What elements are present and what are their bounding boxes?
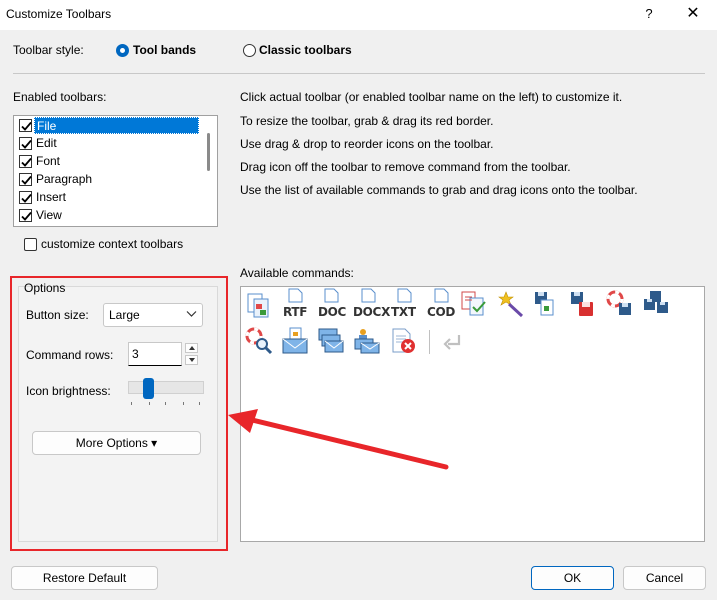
customize-context-label[interactable]: customize context toolbars	[41, 237, 183, 251]
txt-label: TXT	[391, 305, 416, 319]
restore-default-button[interactable]: Restore Default	[11, 566, 158, 590]
list-item-insert[interactable]: Insert	[17, 189, 201, 207]
save-lifebuoy-icon[interactable]	[606, 290, 634, 318]
save-copy-icon[interactable]	[533, 290, 561, 318]
enabled-toolbars-list[interactable]: File Edit Font Paragraph Insert View	[13, 115, 218, 227]
help-button[interactable]: ?	[637, 4, 661, 24]
command-separator	[429, 330, 430, 354]
available-commands-label: Available commands:	[240, 266, 354, 280]
document-delete-icon[interactable]	[389, 327, 417, 355]
instruction-line: To resize the toolbar, grab & drag its r…	[240, 114, 494, 128]
radio-tool-bands[interactable]	[116, 44, 129, 57]
rtf-label: RTF	[283, 305, 308, 319]
list-item-label: Paragraph	[36, 172, 93, 186]
copy-pages-icon[interactable]	[245, 291, 273, 319]
checkbox-insert[interactable]	[19, 191, 32, 204]
magic-wand-icon[interactable]	[497, 290, 525, 318]
ok-button[interactable]: OK	[531, 566, 614, 590]
doc-label: DOC	[318, 305, 347, 319]
checkbox-paragraph[interactable]	[19, 173, 32, 186]
annotation-highlight-box	[10, 276, 228, 551]
checkbox-file[interactable]	[19, 119, 32, 132]
list-item-font[interactable]: Font	[17, 153, 201, 171]
lifebuoy-search-icon[interactable]	[245, 327, 273, 355]
save-red-icon[interactable]	[569, 290, 597, 318]
mail-merge-icon[interactable]	[353, 327, 381, 355]
mail-document-icon[interactable]	[281, 327, 309, 355]
divider	[13, 73, 705, 74]
list-item-label: Insert	[36, 190, 67, 204]
customize-context-checkbox[interactable]	[24, 238, 37, 251]
list-item-view[interactable]: View	[17, 207, 201, 225]
list-item-paragraph[interactable]: Paragraph	[17, 171, 201, 189]
list-item-edit[interactable]: Edit	[17, 135, 201, 153]
list-scrollbar-thumb[interactable]	[207, 133, 210, 171]
instruction-line: Use the list of available commands to gr…	[240, 183, 638, 197]
radio-classic-toolbars[interactable]	[243, 44, 256, 57]
cancel-button[interactable]: Cancel	[623, 566, 706, 590]
instruction-line: Click actual toolbar (or enabled toolbar…	[240, 90, 623, 104]
radio-classic-toolbars-label[interactable]: Classic toolbars	[259, 43, 352, 57]
checkbox-edit[interactable]	[19, 137, 32, 150]
checkbox-view[interactable]	[19, 209, 32, 222]
save-all-icon[interactable]	[642, 290, 670, 318]
instruction-line: Use drag & drop to reorder icons on the …	[240, 137, 494, 151]
window-title: Customize Toolbars	[6, 7, 112, 21]
close-button[interactable]: ✕	[680, 4, 706, 24]
checkbox-font[interactable]	[19, 155, 32, 168]
toolbar-style-label: Toolbar style:	[13, 43, 84, 57]
return-arrow-icon[interactable]	[439, 329, 467, 357]
instruction-line: Drag icon off the toolbar to remove comm…	[240, 160, 571, 174]
list-item-label: Edit	[36, 136, 57, 150]
mail-stack-icon[interactable]	[317, 327, 345, 355]
list-item-file[interactable]: File	[17, 117, 201, 135]
list-item-label: View	[36, 208, 62, 222]
cod-label: COD	[427, 305, 456, 319]
list-item-label: Font	[36, 154, 61, 168]
enabled-toolbars-label: Enabled toolbars:	[13, 90, 107, 104]
annotation-arrow-icon	[228, 409, 449, 470]
list-item-label: File	[34, 117, 199, 134]
radio-tool-bands-label[interactable]: Tool bands	[133, 43, 196, 57]
docx-label: DOCX	[353, 305, 391, 319]
compare-docs-icon[interactable]	[460, 290, 488, 318]
